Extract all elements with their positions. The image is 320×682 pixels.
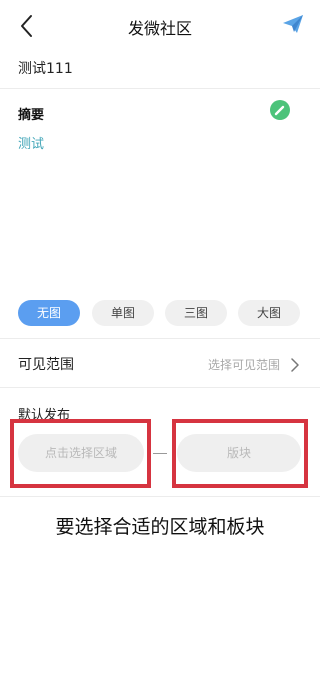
top-bar: 发微社区: [0, 0, 320, 50]
image-option-three[interactable]: 三图: [165, 300, 227, 326]
visibility-selector[interactable]: 选择可见范围: [208, 356, 280, 373]
region-highlight-box: [10, 419, 151, 488]
separator-dash: [153, 453, 167, 454]
summary-label: 摘要: [18, 108, 45, 123]
divider: [0, 88, 320, 89]
post-title-field[interactable]: 测试111: [18, 58, 73, 78]
summary-text[interactable]: 测试: [18, 133, 44, 152]
image-option-single[interactable]: 单图: [92, 300, 154, 326]
divider: [0, 496, 320, 497]
divider: [0, 387, 320, 388]
image-option-none[interactable]: 无图: [18, 300, 80, 326]
chevron-right-icon: [290, 357, 300, 372]
send-button[interactable]: [282, 13, 304, 35]
board-highlight-box: [172, 419, 308, 488]
instruction-caption: 要选择合适的区域和板块: [55, 516, 265, 538]
page-title: 发微社区: [127, 19, 192, 38]
pencil-icon: [274, 105, 285, 116]
image-option-large[interactable]: 大图: [238, 300, 300, 326]
visibility-label: 可见范围: [18, 357, 74, 373]
divider: [0, 338, 320, 339]
paper-plane-icon: [283, 15, 303, 33]
edit-summary-button[interactable]: [270, 100, 290, 120]
